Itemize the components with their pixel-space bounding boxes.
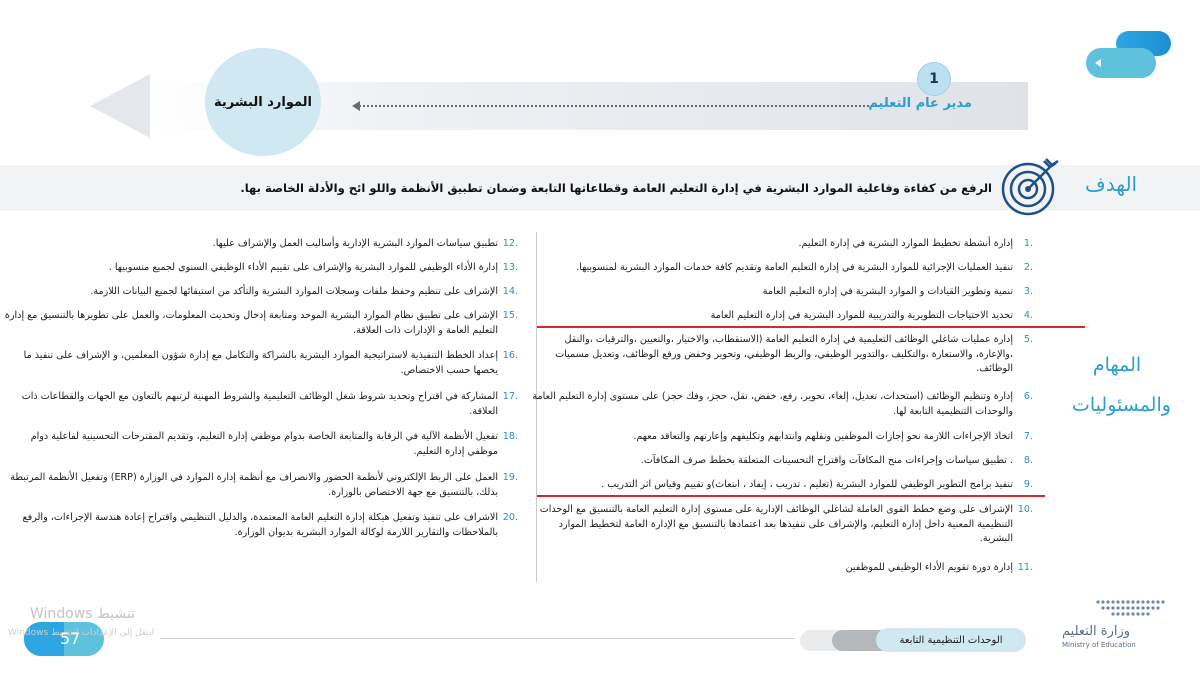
windows-activation-subtitle: انتقل إلى الإعدادات لتنشيط Windows — [8, 628, 155, 638]
ministry-logo-icon — [1096, 600, 1165, 616]
list-item: 17. المشاركة في اقتراح وتحديد شروط شغل ا… — [21, 391, 518, 417]
list-item: 11. إدارة دورة تقويم الأداء الوظيفي للمو… — [845, 562, 1033, 573]
list-item: 7. اتخاذ الإجراءات اللازمة نحو إجازات ال… — [633, 431, 1033, 442]
highlight-underline — [537, 326, 1085, 328]
back-button[interactable] — [1086, 48, 1156, 78]
responsibilities-left-column: 12. تطبيق سياسات الموارد البشرية الإداري… — [3, 0, 518, 673]
list-item: 20. الاشراف على تنفيذ وتفعيل هيكلة إدارة… — [22, 512, 518, 538]
list-item: 19. العمل على الربط الإلكتروني لأنظمة ال… — [10, 472, 518, 498]
list-item: 8. . تطبيق سياسات وإجراءات منح المكافآت … — [640, 455, 1033, 466]
highlight-underline — [537, 495, 1045, 497]
windows-activation-title: Windows تنشيط — [30, 606, 136, 622]
goal-label: الهدف — [1085, 172, 1138, 196]
list-item: 13. إدارة الأداء الوظيفي للموارد البشرية… — [108, 262, 518, 273]
list-item: 12. تطبيق سياسات الموارد البشرية الإداري… — [212, 238, 518, 249]
list-item: 2. تنفيذ العمليات الإجرائية للموارد البش… — [576, 262, 1033, 273]
page-number: 57 — [60, 629, 81, 648]
footer-section-label: الوحدات التنظيمية التابعة — [899, 634, 1003, 646]
list-item: 4. تحديد الاحتياجات التطويرية والتدريبية… — [710, 310, 1033, 321]
list-item: 6. إدارة وتنظيم الوظائف (استحداث، تعديل،… — [532, 391, 1033, 417]
list-item: 3. تنمية وتطوير القيادات و الموارد البشر… — [762, 286, 1033, 297]
list-item: 18. تفعيل الأنظمة الآلية في الرقابة والم… — [30, 431, 518, 457]
play-left-icon — [1095, 59, 1101, 67]
list-item: 14. الإشراف على تنظيم وحفظ ملفات وسجلات … — [90, 286, 518, 297]
list-item: 9. تنفيذ برامج التطوير الوظيفي للموارد ا… — [601, 479, 1033, 490]
list-item: 10. الإشراف على وضع خطط القوى العاملة لش… — [539, 504, 1033, 544]
responsibilities-label: المهام والمسئوليات — [1072, 354, 1171, 416]
ministry-name-en: Ministry of Education — [1062, 641, 1136, 649]
ministry-name-ar: وزارة التعليم — [1062, 624, 1131, 639]
list-item: 16. إعداد الخطط التنفيذية لاستراتيجية ال… — [23, 350, 518, 376]
list-item: 1. إدارة أنشطة تخطيط الموارد البشرية في … — [798, 238, 1033, 249]
responsibilities-right-column: 1. إدارة أنشطة تخطيط الموارد البشرية في … — [528, 0, 1033, 673]
footer-line — [160, 638, 795, 639]
list-item: 15. الإشراف على تطبيق نظام الموارد البشر… — [4, 310, 518, 336]
list-item: 5. إدارة عمليات شاغلي الوظائف التعليمية … — [555, 334, 1033, 374]
footer-section-tab[interactable]: الوحدات التنظيمية التابعة — [876, 628, 1026, 652]
